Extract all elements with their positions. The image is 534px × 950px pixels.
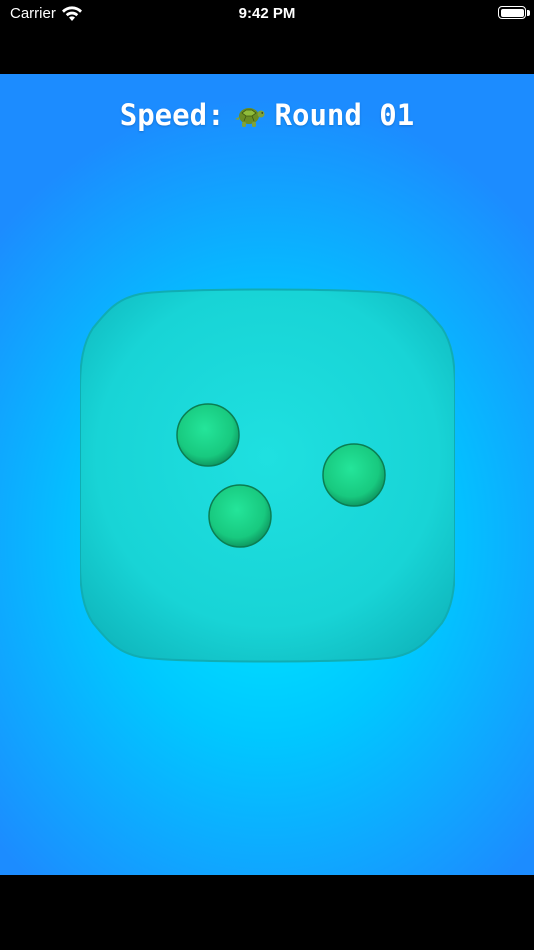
bottom-bar [0, 875, 534, 950]
speed-label: Speed: [119, 98, 225, 132]
dice-pip [208, 484, 272, 548]
dice-pip [322, 443, 386, 507]
battery-tip [527, 10, 530, 16]
hud: Speed: Round 01 [0, 98, 534, 132]
round-label: Round 01 [274, 98, 415, 132]
turtle-icon [234, 108, 265, 127]
dice-face [80, 288, 455, 663]
dice[interactable] [80, 288, 455, 663]
game-area[interactable]: Speed: Round 01 [0, 74, 534, 875]
status-bar: Carrier 9:42 PM [0, 0, 534, 74]
battery-level [500, 8, 524, 17]
status-time: 9:42 PM [238, 5, 296, 22]
battery-icon [498, 6, 526, 19]
dice-pip [176, 403, 240, 467]
